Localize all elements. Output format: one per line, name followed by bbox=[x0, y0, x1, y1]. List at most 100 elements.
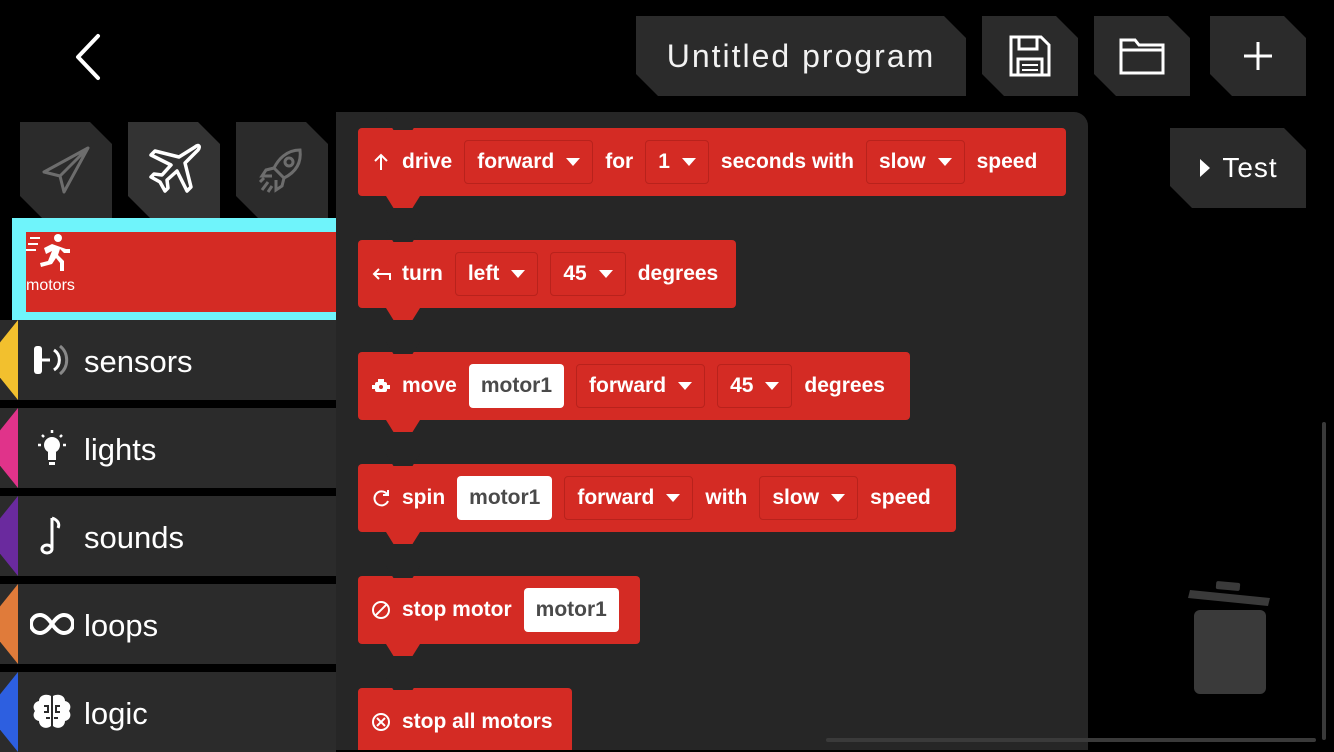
save-button[interactable] bbox=[982, 16, 1078, 96]
save-icon bbox=[1007, 33, 1053, 79]
infinity-loop-icon bbox=[30, 604, 74, 644]
arrow-up-icon bbox=[370, 151, 392, 173]
category-sensors[interactable]: sensors bbox=[0, 320, 336, 400]
block-text: speed bbox=[870, 486, 931, 509]
caret-down-icon bbox=[678, 382, 693, 390]
block-keyword: turn bbox=[402, 262, 443, 285]
category-label: logic bbox=[84, 696, 148, 731]
caret-down-icon bbox=[566, 158, 581, 166]
new-program-button[interactable] bbox=[1210, 16, 1306, 96]
dropdown-value: forward bbox=[589, 374, 667, 397]
airplane-icon bbox=[143, 139, 205, 201]
dropdown-value: left bbox=[467, 262, 500, 285]
dropdown-value: slow bbox=[772, 486, 820, 509]
trash-icon bbox=[1188, 581, 1270, 694]
direction-dropdown[interactable]: forward bbox=[464, 140, 594, 184]
block-keyword: stop motor bbox=[402, 598, 512, 621]
move-block[interactable]: move motor1 forward 45 degrees bbox=[358, 352, 910, 420]
turn-left-arrow-icon bbox=[370, 263, 392, 285]
speed-dropdown[interactable]: slow bbox=[759, 476, 859, 520]
test-button[interactable]: Test bbox=[1170, 128, 1306, 208]
motor-field[interactable]: motor1 bbox=[457, 476, 553, 520]
dropdown-value: 1 bbox=[658, 150, 670, 173]
block-text: degrees bbox=[804, 374, 885, 397]
category-label: sounds bbox=[84, 520, 184, 555]
robot-tab-airplane[interactable] bbox=[128, 122, 220, 218]
direction-dropdown[interactable]: forward bbox=[564, 476, 694, 520]
category-loops[interactable]: loops bbox=[0, 584, 336, 664]
paper-plane-icon bbox=[38, 142, 94, 198]
test-label: Test bbox=[1222, 152, 1278, 183]
stop-x-circle-icon bbox=[370, 711, 392, 733]
category-label: sensors bbox=[84, 344, 193, 379]
sensor-icon bbox=[30, 340, 74, 380]
caret-down-icon bbox=[681, 158, 696, 166]
caret-down-icon bbox=[666, 494, 681, 502]
block-text: speed bbox=[976, 150, 1038, 173]
direction-dropdown[interactable]: left bbox=[454, 252, 539, 296]
program-title[interactable]: Untitled program bbox=[636, 16, 966, 96]
block-keyword: move bbox=[402, 374, 457, 397]
block-text: for bbox=[605, 150, 634, 173]
degrees-dropdown[interactable]: 45 bbox=[717, 364, 793, 408]
brain-icon bbox=[30, 692, 74, 732]
motor-field[interactable]: motor1 bbox=[468, 364, 565, 408]
block-keyword: drive bbox=[402, 150, 453, 173]
stop-all-motors-block[interactable]: stop all motors bbox=[358, 688, 572, 750]
caret-down-icon bbox=[937, 158, 952, 166]
stop-circle-icon bbox=[370, 599, 392, 621]
open-button[interactable] bbox=[1094, 16, 1190, 96]
block-text: with bbox=[705, 486, 748, 509]
dropdown-value: forward bbox=[577, 486, 655, 509]
plus-icon bbox=[1241, 39, 1275, 73]
trash-can[interactable] bbox=[1186, 580, 1276, 696]
category-accent bbox=[0, 320, 18, 400]
music-note-icon bbox=[30, 516, 74, 556]
motor-field[interactable]: motor1 bbox=[523, 588, 619, 632]
rotate-icon bbox=[370, 487, 392, 509]
back-button[interactable] bbox=[68, 30, 112, 84]
block-text: seconds with bbox=[720, 150, 854, 173]
caret-down-icon bbox=[765, 382, 780, 390]
horizontal-scrollbar[interactable] bbox=[826, 738, 1316, 742]
duration-dropdown[interactable]: 1 bbox=[645, 140, 709, 184]
dropdown-value: 45 bbox=[730, 374, 754, 397]
spin-block[interactable]: spin motor1 forward with slow speed bbox=[358, 464, 956, 532]
stop-motor-block[interactable]: stop motor motor1 bbox=[358, 576, 640, 644]
block-text: degrees bbox=[637, 262, 719, 285]
block-keyword: stop all motors bbox=[402, 710, 553, 733]
category-motors[interactable]: motors bbox=[12, 218, 352, 326]
block-keyword: spin bbox=[402, 486, 446, 509]
robot-tab-rocket[interactable] bbox=[236, 122, 328, 218]
caret-down-icon bbox=[511, 270, 526, 278]
category-label: loops bbox=[84, 608, 159, 643]
category-sounds[interactable]: sounds bbox=[0, 496, 336, 576]
vertical-scrollbar[interactable] bbox=[1322, 422, 1326, 740]
category-accent bbox=[0, 496, 18, 576]
category-accent bbox=[0, 584, 18, 664]
category-logic[interactable]: logic bbox=[0, 672, 336, 752]
robot-tab-glider[interactable] bbox=[20, 122, 112, 218]
caret-down-icon bbox=[831, 494, 846, 502]
drive-block[interactable]: drive forward for 1 seconds with slow sp… bbox=[358, 128, 1066, 196]
motor-icon bbox=[370, 375, 392, 397]
block-palette[interactable]: drive forward for 1 seconds with slow sp… bbox=[336, 112, 1088, 750]
folder-icon bbox=[1118, 36, 1166, 76]
rocket-icon bbox=[254, 142, 310, 198]
speed-dropdown[interactable]: slow bbox=[865, 140, 965, 184]
dropdown-value: slow bbox=[878, 150, 926, 173]
category-lights[interactable]: lights bbox=[0, 408, 336, 488]
category-label: lights bbox=[84, 432, 157, 467]
program-title-text: Untitled program bbox=[666, 37, 936, 74]
degrees-dropdown[interactable]: 45 bbox=[550, 252, 626, 296]
direction-dropdown[interactable]: forward bbox=[576, 364, 706, 408]
category-accent bbox=[0, 408, 18, 488]
category-label: motors bbox=[26, 277, 75, 294]
category-accent bbox=[0, 672, 18, 752]
caret-down-icon bbox=[598, 270, 613, 278]
dropdown-value: forward bbox=[477, 150, 555, 173]
dropdown-value: 45 bbox=[563, 262, 587, 285]
play-icon bbox=[1198, 157, 1212, 179]
running-person-icon bbox=[26, 232, 338, 277]
turn-block[interactable]: turn left 45 degrees bbox=[358, 240, 736, 308]
